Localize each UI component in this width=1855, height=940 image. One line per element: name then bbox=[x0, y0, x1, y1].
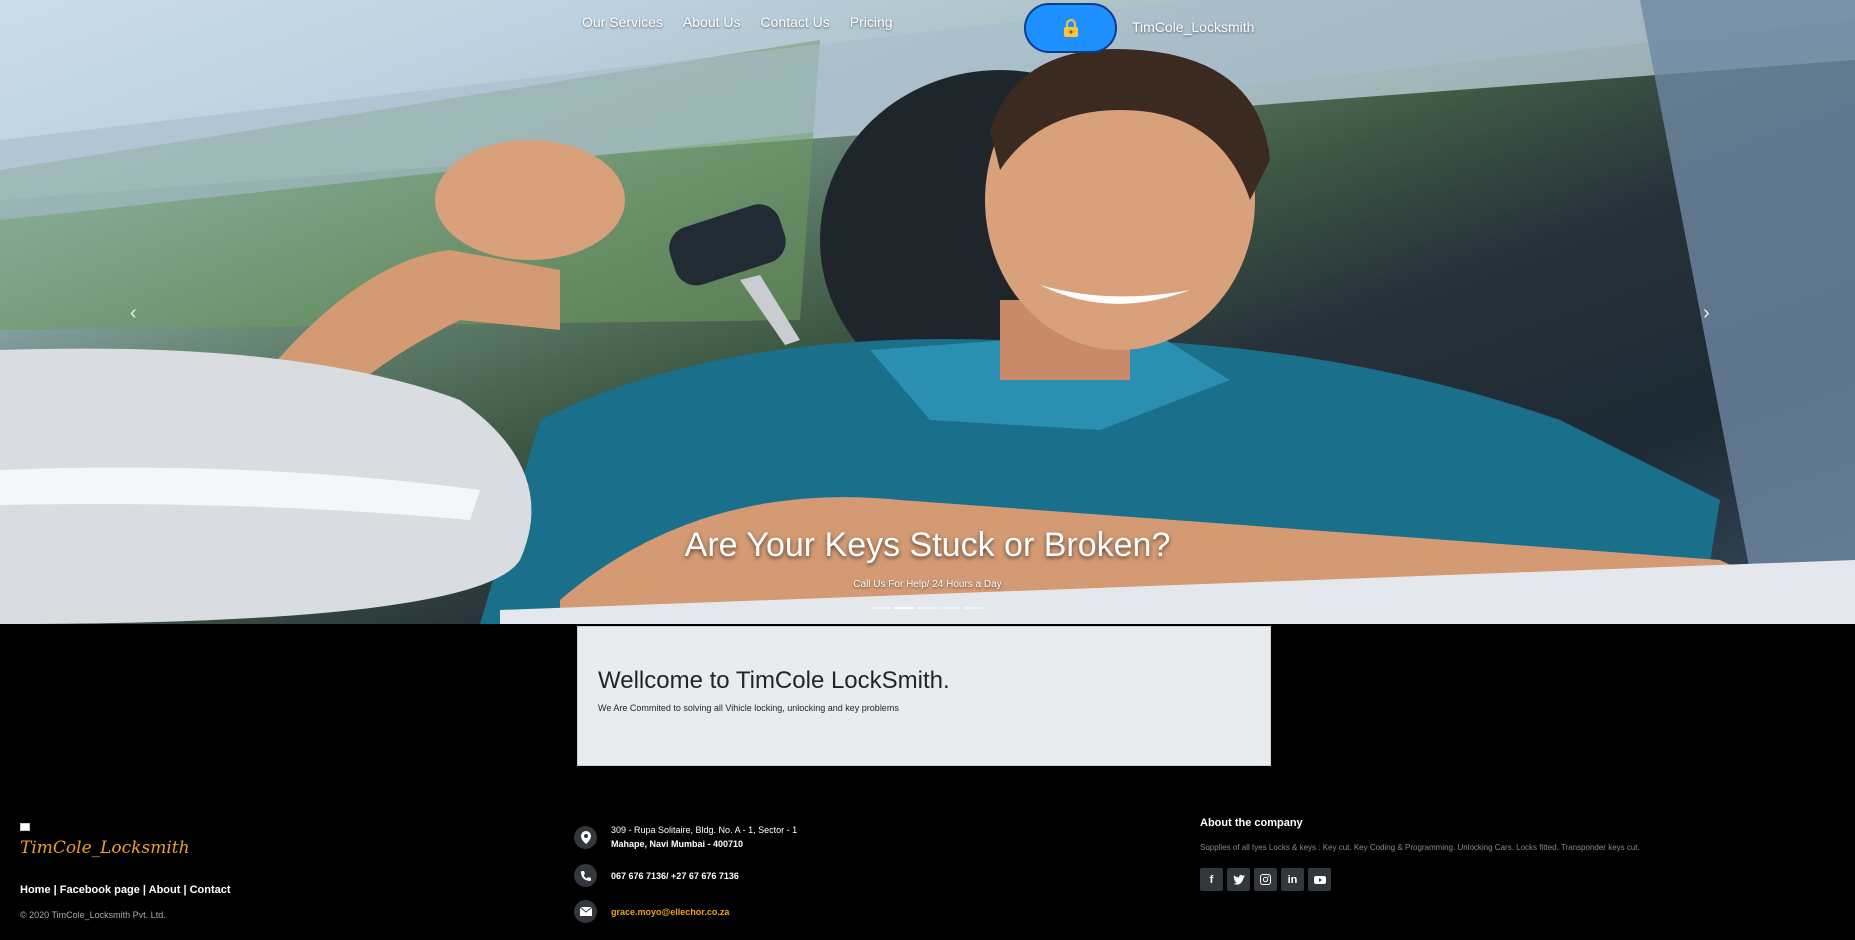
carousel-indicator[interactable] bbox=[871, 607, 891, 609]
chevron-left-icon[interactable]: ‹ bbox=[130, 302, 137, 325]
email-link[interactable]: grace.moyo@ellechor.co.za bbox=[611, 907, 729, 917]
footer-link-home[interactable]: Home bbox=[20, 884, 51, 896]
contact-address: 309 - Rupa Solitaire, Bldg. No. A - 1, S… bbox=[574, 823, 797, 851]
nav-contact-us[interactable]: Contact Us bbox=[761, 14, 830, 30]
linkedin-icon[interactable]: in bbox=[1281, 868, 1304, 891]
footer-link-about[interactable]: About bbox=[149, 884, 181, 896]
about-title: About the company bbox=[1200, 817, 1303, 829]
brand-logo-button[interactable] bbox=[1024, 3, 1117, 53]
copyright: © 2020 TimCole_Locksmith Pvt. Ltd. bbox=[20, 910, 166, 920]
carousel-title: Are Your Keys Stuck or Broken? bbox=[684, 526, 1171, 564]
footer-link-contact[interactable]: Contact bbox=[190, 884, 231, 896]
broken-image-icon bbox=[20, 823, 30, 831]
carousel-indicator[interactable] bbox=[917, 607, 937, 609]
social-links: f in bbox=[1200, 868, 1800, 891]
facebook-icon[interactable]: f bbox=[1200, 868, 1223, 891]
carousel-caption: Are Your Keys Stuck or Broken? Call Us F… bbox=[0, 526, 1855, 590]
footer-link-facebook[interactable]: Facebook page bbox=[60, 884, 140, 896]
nav-pricing[interactable]: Pricing bbox=[850, 14, 893, 30]
footer-brand: TimCole_Locksmith Home | Facebook page |… bbox=[20, 818, 231, 920]
carousel-indicator-active[interactable] bbox=[894, 607, 914, 609]
carousel-indicator[interactable] bbox=[963, 607, 983, 609]
chevron-right-icon[interactable]: › bbox=[1703, 302, 1710, 325]
welcome-jumbotron: Wellcome to TimCole LockSmith. We Are Co… bbox=[577, 626, 1271, 766]
nav-our-services[interactable]: Our Services bbox=[582, 14, 663, 30]
main-nav: Our Services About Us Contact Us Pricing bbox=[582, 14, 913, 30]
nav-about-us[interactable]: About Us bbox=[683, 14, 741, 30]
twitter-icon[interactable] bbox=[1227, 868, 1250, 891]
hero-carousel: Our Services About Us Contact Us Pricing… bbox=[0, 0, 1855, 624]
carousel-subtitle: Call Us For Help/ 24 Hours a Day bbox=[853, 579, 1002, 590]
map-marker-icon bbox=[574, 825, 597, 849]
footer-contact: 309 - Rupa Solitaire, Bldg. No. A - 1, S… bbox=[574, 823, 797, 936]
address-line-2: Mahape, Navi Mumbai - 400710 bbox=[611, 839, 744, 849]
about-text: Supplies of all tyes Locks & keys : Key … bbox=[1200, 843, 1640, 852]
youtube-icon[interactable] bbox=[1308, 868, 1331, 891]
contact-phone: 067 676 7136/ +27 67 676 7136 bbox=[574, 864, 797, 887]
carousel-indicators bbox=[871, 607, 983, 609]
envelope-icon bbox=[574, 900, 597, 923]
carousel-indicator[interactable] bbox=[940, 607, 960, 609]
brand-name[interactable]: TimCole_Locksmith bbox=[1132, 19, 1254, 35]
footer-links: Home | Facebook page | About | Contact bbox=[20, 884, 231, 896]
footer-about: About the company Supplies of all tyes L… bbox=[1200, 817, 1800, 891]
instagram-icon[interactable] bbox=[1254, 868, 1277, 891]
contact-email: grace.moyo@ellechor.co.za bbox=[574, 900, 797, 923]
phone-number[interactable]: 067 676 7136/ +27 67 676 7136 bbox=[611, 869, 739, 883]
welcome-text: We Are Commited to solving all Vihicle l… bbox=[598, 703, 899, 713]
phone-icon bbox=[574, 864, 597, 887]
address-line-1: 309 - Rupa Solitaire, Bldg. No. A - 1, S… bbox=[611, 825, 798, 835]
welcome-title: Wellcome to TimCole LockSmith. bbox=[598, 667, 950, 694]
padlock-icon bbox=[1063, 19, 1078, 37]
footer-logo[interactable]: TimCole_Locksmith bbox=[20, 838, 231, 858]
